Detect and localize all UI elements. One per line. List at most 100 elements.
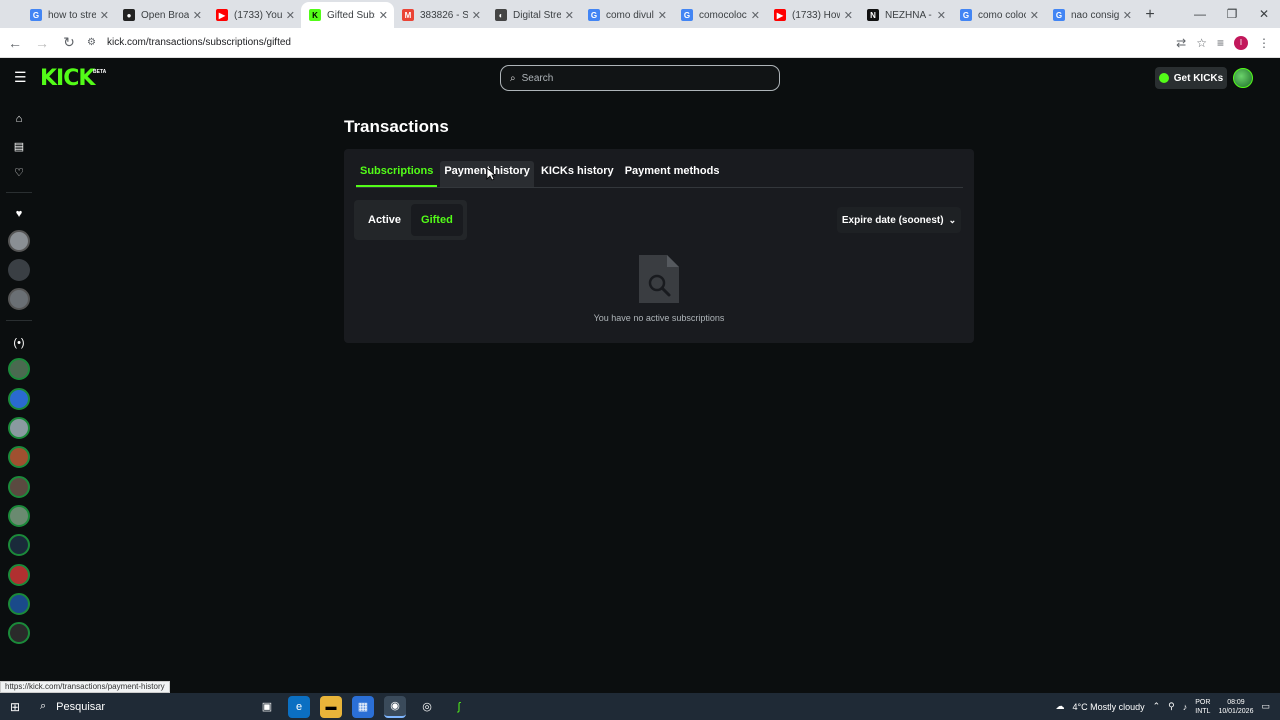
reload-icon[interactable]: ↻ (57, 31, 81, 55)
sidebar-channel-avatar[interactable] (8, 476, 30, 498)
edge-icon[interactable]: e (288, 695, 310, 718)
chrome-icon[interactable]: ◉ (384, 695, 406, 718)
menu-kebab-icon[interactable]: ⋮ (1258, 36, 1270, 50)
tab-favicon: K (309, 9, 321, 21)
windows-start-icon[interactable]: ⊞ (0, 700, 30, 714)
sidebar-channel-avatar[interactable] (8, 358, 30, 380)
sort-dropdown[interactable]: Expire date (soonest) ⌄ (837, 207, 961, 233)
close-icon[interactable]: ✕ (565, 9, 574, 22)
forward-icon[interactable]: → (30, 31, 54, 55)
weather-icon[interactable]: ☁ (1056, 701, 1065, 712)
transactions-panel: Subscriptions Payment history KICKs hist… (344, 149, 974, 343)
new-tab-button[interactable]: + (1138, 2, 1162, 28)
close-icon[interactable]: ✕ (286, 9, 295, 22)
sidebar-channel-avatar[interactable] (8, 564, 30, 586)
network-icon[interactable]: ⚲ (1168, 701, 1175, 712)
lang-bottom: INTL (1195, 707, 1211, 715)
browse-icon[interactable]: ▤ (9, 136, 29, 156)
sidebar-channel-avatar[interactable] (8, 388, 30, 410)
browser-tab[interactable]: ▶ (1733) YouTu ✕ (208, 2, 301, 28)
close-icon[interactable]: ✕ (100, 9, 109, 22)
hamburger-menu-icon[interactable]: ☰ (14, 70, 28, 84)
close-icon[interactable]: ✕ (751, 9, 760, 22)
close-icon[interactable]: ✕ (193, 9, 202, 22)
minimize-icon[interactable]: — (1184, 0, 1216, 28)
url-text: kick.com/transactions/subscriptions/gift… (107, 37, 291, 48)
tab-favicon: ◐ (495, 9, 507, 21)
home-icon[interactable]: ⌂ (9, 109, 29, 129)
kick-logo[interactable]: KICK (40, 66, 95, 91)
browser-tab[interactable]: N NEZHNA - A ✕ (859, 2, 952, 28)
kicks-coin-icon (1158, 73, 1169, 83)
media-icon[interactable]: ≡ (1217, 36, 1224, 50)
sidebar-channel-avatar[interactable] (8, 288, 30, 310)
taskbar-search[interactable]: ⌕ Pesquisar (30, 693, 220, 720)
app-icon[interactable]: ʃ (448, 696, 470, 718)
browser-tab[interactable]: M 383826 - Sig ✕ (394, 2, 487, 28)
translate-icon[interactable]: ⇄ (1176, 36, 1186, 50)
browser-tab-active[interactable]: K Gifted Subsc ✕ (301, 2, 394, 28)
browser-tab[interactable]: ▶ (1733) How ✕ (766, 2, 859, 28)
tab-payment-methods[interactable]: Payment methods (621, 161, 724, 187)
user-avatar[interactable] (1233, 68, 1253, 88)
sidebar-channel-avatar[interactable] (8, 505, 30, 527)
sidebar-channel-avatar[interactable] (8, 259, 30, 281)
sidebar-divider (6, 192, 32, 193)
profile-avatar[interactable]: I (1234, 35, 1248, 50)
browser-tab[interactable]: Gcomo divulg ✕ (580, 2, 673, 28)
browser-tab[interactable]: Ghow to strea ✕ (22, 2, 115, 28)
close-icon[interactable]: ✕ (937, 9, 946, 22)
store-icon[interactable]: ▦ (352, 695, 374, 718)
filter-gifted[interactable]: Gifted (411, 204, 463, 236)
subscription-filter: Active Gifted (354, 200, 467, 240)
browser-tab[interactable]: ● Open Broadc ✕ (115, 2, 208, 28)
close-icon[interactable]: ✕ (844, 9, 853, 22)
clock[interactable]: 08:09 10/01/2026 (1218, 698, 1253, 716)
tab-favicon: ● (123, 9, 135, 21)
tab-favicon: ▶ (774, 9, 786, 21)
bookmark-star-icon[interactable]: ☆ (1196, 36, 1207, 50)
tab-subscriptions[interactable]: Subscriptions (356, 161, 438, 187)
tray-chevron-icon[interactable]: ⌃ (1153, 701, 1161, 712)
site-info-icon[interactable]: ⚙ (87, 37, 101, 48)
sidebar-channel-avatar[interactable] (8, 534, 30, 556)
filter-active[interactable]: Active (358, 204, 411, 236)
file-explorer-icon[interactable]: ▬ (320, 695, 342, 718)
browser-tab[interactable]: Gcomocoloca ✕ (673, 2, 766, 28)
windows-taskbar: ⊞ ⌕ Pesquisar ▣ e ▬ ▦ ◉ ◎ ʃ ☁ 4°C Mostly… (0, 693, 1280, 720)
tab-title: (1733) YouTu (234, 9, 282, 21)
get-kicks-button[interactable]: Get KICKs (1155, 67, 1227, 89)
sidebar-channel-avatar[interactable] (8, 593, 30, 615)
followed-heart-icon: ♥ (15, 208, 23, 220)
close-icon[interactable]: ✕ (658, 9, 667, 22)
sidebar-channel-avatar[interactable] (8, 417, 30, 439)
search-input[interactable]: ⌕ Search (500, 65, 780, 91)
address-bar[interactable]: ⚙ kick.com/transactions/subscriptions/gi… (87, 31, 1176, 55)
sidebar: ⌂ ▤ ♡ ♥ (•) (0, 98, 38, 680)
task-view-icon[interactable]: ▣ (256, 696, 278, 718)
input-language[interactable]: POR INTL (1195, 698, 1210, 716)
close-icon[interactable]: ✕ (1123, 9, 1132, 22)
restore-icon[interactable]: ❐ (1216, 0, 1248, 28)
browser-tab[interactable]: Gnao consigo ✕ (1045, 2, 1138, 28)
weather-text[interactable]: 4°C Mostly cloudy (1073, 702, 1145, 712)
volume-icon[interactable]: ♪ (1183, 702, 1188, 712)
browser-tab[interactable]: ◐ Digital Strea ✕ (487, 2, 580, 28)
close-window-icon[interactable]: ✕ (1248, 0, 1280, 28)
search-placeholder: Search (521, 72, 554, 84)
following-heart-icon[interactable]: ♡ (9, 162, 29, 182)
tab-title: como coloca (978, 9, 1026, 21)
notification-icon[interactable]: ▭ (1261, 701, 1270, 712)
obs-icon[interactable]: ◎ (416, 696, 438, 718)
close-icon[interactable]: ✕ (379, 9, 388, 22)
browser-tab[interactable]: Gcomo coloca ✕ (952, 2, 1045, 28)
sidebar-channel-avatar[interactable] (8, 622, 30, 644)
back-icon[interactable]: ← (3, 31, 27, 55)
tab-kicks-history[interactable]: KICKs history (537, 161, 618, 187)
close-icon[interactable]: ✕ (1030, 9, 1039, 22)
search-icon: ⌕ (40, 700, 47, 712)
sidebar-channel-avatar[interactable] (8, 446, 30, 468)
sidebar-channel-avatar[interactable] (8, 230, 30, 252)
tab-title: how to strea (48, 9, 96, 21)
close-icon[interactable]: ✕ (472, 9, 481, 22)
